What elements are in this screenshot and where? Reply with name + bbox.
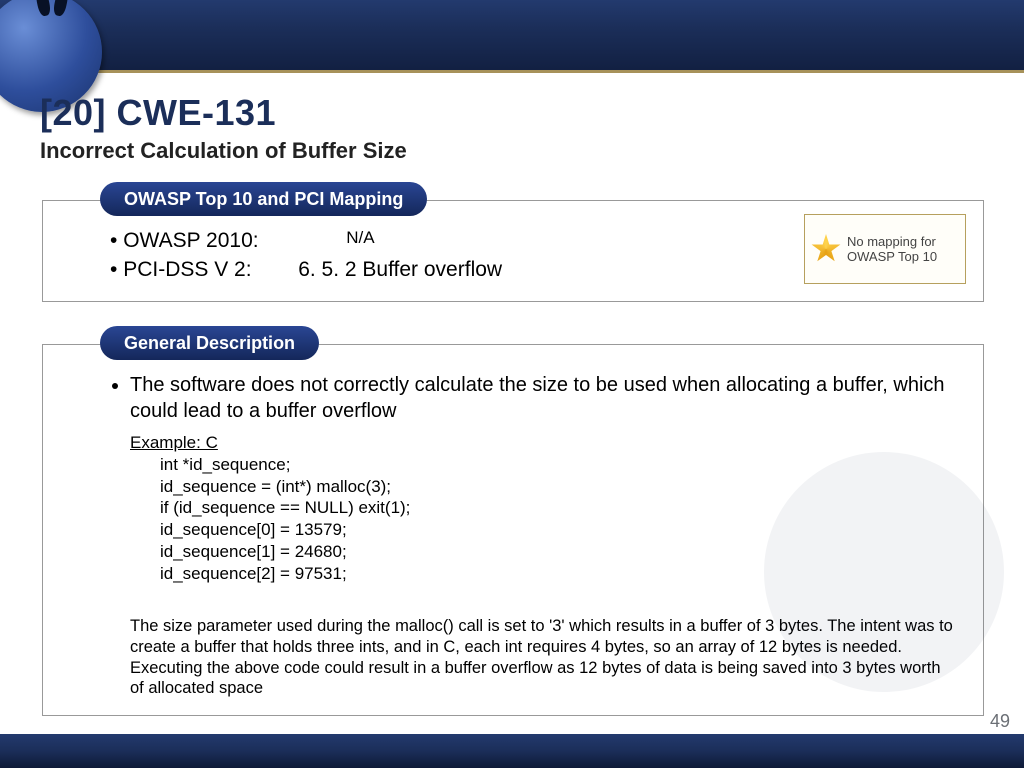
pci-label: PCI-DSS V 2: [123, 255, 298, 284]
code-line: id_sequence[0] = 13579; [160, 519, 960, 541]
code-line: if (id_sequence == NULL) exit(1); [160, 497, 960, 519]
mapping-header-pill: OWASP Top 10 and PCI Mapping [100, 182, 427, 216]
description-bullet: The software does not correctly calculat… [130, 372, 968, 425]
code-line: int *id_sequence; [160, 454, 960, 476]
description-content: The software does not correctly calculat… [108, 372, 968, 425]
code-line: id_sequence[2] = 97531; [160, 563, 960, 585]
owasp-logo [0, 0, 122, 92]
slide-title: [20] CWE-131 [40, 92, 984, 134]
mapping-content: • OWASP 2010: N/A • PCI-DSS V 2: 6. 5. 2… [110, 226, 850, 285]
star-icon [811, 234, 841, 264]
bottom-banner [0, 734, 1024, 768]
slide-subtitle: Incorrect Calculation of Buffer Size [40, 138, 984, 164]
pci-value: 6. 5. 2 Buffer overflow [298, 255, 502, 284]
description-header-pill: General Description [100, 326, 319, 360]
owasp-value: N/A [346, 226, 374, 255]
example-block: Example: C int *id_sequence; id_sequence… [130, 432, 960, 584]
code-line: id_sequence = (int*) malloc(3); [160, 476, 960, 498]
page-number: 49 [990, 711, 1010, 732]
top-banner [0, 0, 1024, 73]
badge-text: No mapping for OWASP Top 10 [847, 234, 959, 264]
example-explanation: The size parameter used during the mallo… [130, 616, 956, 699]
example-header: Example: C [130, 432, 960, 454]
no-mapping-badge: No mapping for OWASP Top 10 [804, 214, 966, 284]
owasp-label: OWASP 2010: [123, 226, 298, 255]
code-line: id_sequence[1] = 24680; [160, 541, 960, 563]
